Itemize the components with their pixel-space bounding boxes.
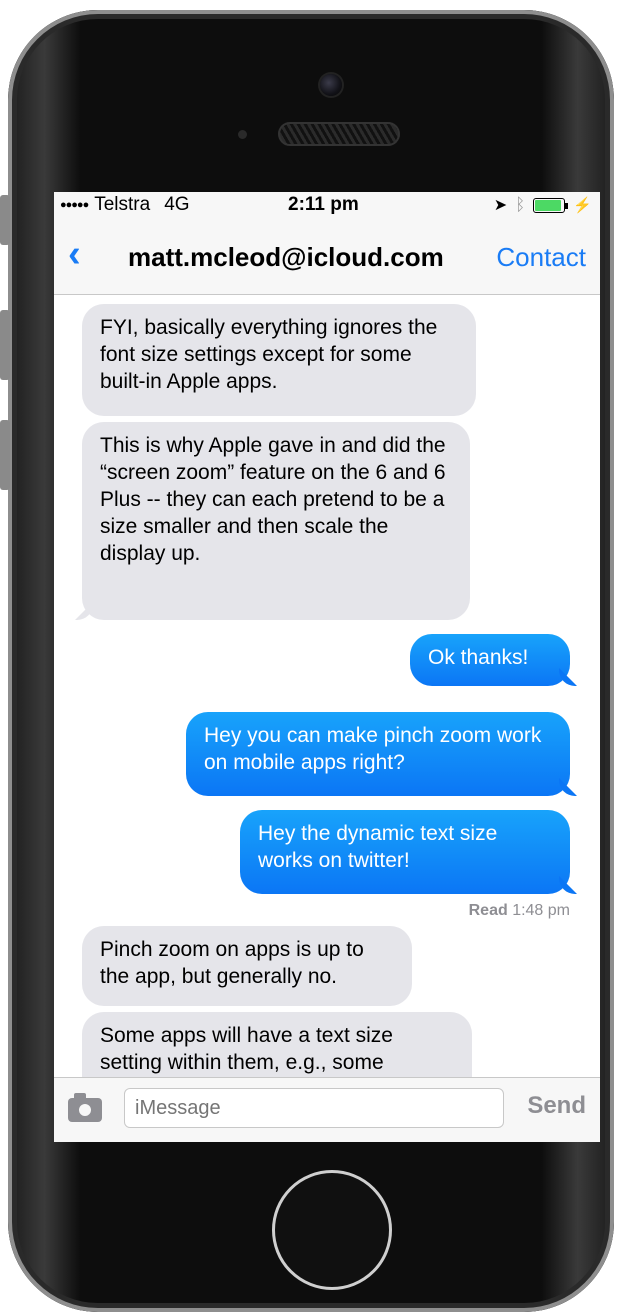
earpiece-speaker (278, 122, 400, 146)
read-time: 1:48 pm (512, 902, 570, 919)
message-bubble-incoming[interactable]: This is why Apple gave in and did the “s… (82, 422, 470, 620)
signal-strength-icon: ●●●●● (60, 199, 89, 211)
status-bar: ●●●●● Telstra 4G 2:11 pm ➤ ᛒ ⚡ (54, 192, 600, 218)
volume-down-button (0, 420, 10, 490)
message-bubble-incoming[interactable]: Pinch zoom on apps is up to the app, but… (82, 926, 412, 1006)
front-camera (320, 74, 342, 96)
volume-up-button (0, 310, 10, 380)
back-chevron-icon[interactable]: ‹ (68, 234, 81, 274)
network-type: 4G (164, 194, 190, 215)
send-button[interactable]: Send (527, 1092, 586, 1120)
carrier-name: Telstra (94, 194, 151, 215)
conversation-header: ‹ matt.mcleod@icloud.com Contact (54, 218, 600, 295)
read-receipt: Read 1:48 pm (469, 902, 570, 920)
silent-switch (0, 195, 10, 245)
clock: 2:11 pm (288, 194, 359, 215)
screen: ●●●●● Telstra 4G 2:11 pm ➤ ᛒ ⚡ ‹ matt.mc… (54, 192, 600, 1142)
message-bubble-outgoing[interactable]: Hey you can make pinch zoom work on mobi… (186, 712, 570, 796)
conversation-title: matt.mcleod@icloud.com (128, 242, 444, 272)
home-button[interactable] (272, 1170, 392, 1290)
charging-icon: ⚡ (573, 197, 592, 214)
imessage-input[interactable] (124, 1088, 504, 1128)
message-bubble-outgoing[interactable]: Ok thanks! (410, 634, 570, 686)
proximity-sensor (238, 130, 247, 139)
message-bubble-outgoing[interactable]: Hey the dynamic text size works on twitt… (240, 810, 570, 894)
read-label: Read (468, 902, 508, 919)
camera-icon[interactable] (68, 1093, 102, 1122)
contact-button[interactable]: Contact (496, 242, 586, 273)
message-input-bar: Send (54, 1077, 600, 1142)
bluetooth-icon: ᛒ (515, 195, 526, 214)
location-arrow-icon: ➤ (493, 197, 508, 214)
battery-icon (533, 197, 569, 213)
message-bubble-incoming[interactable]: FYI, basically everything ignores the fo… (82, 304, 476, 416)
